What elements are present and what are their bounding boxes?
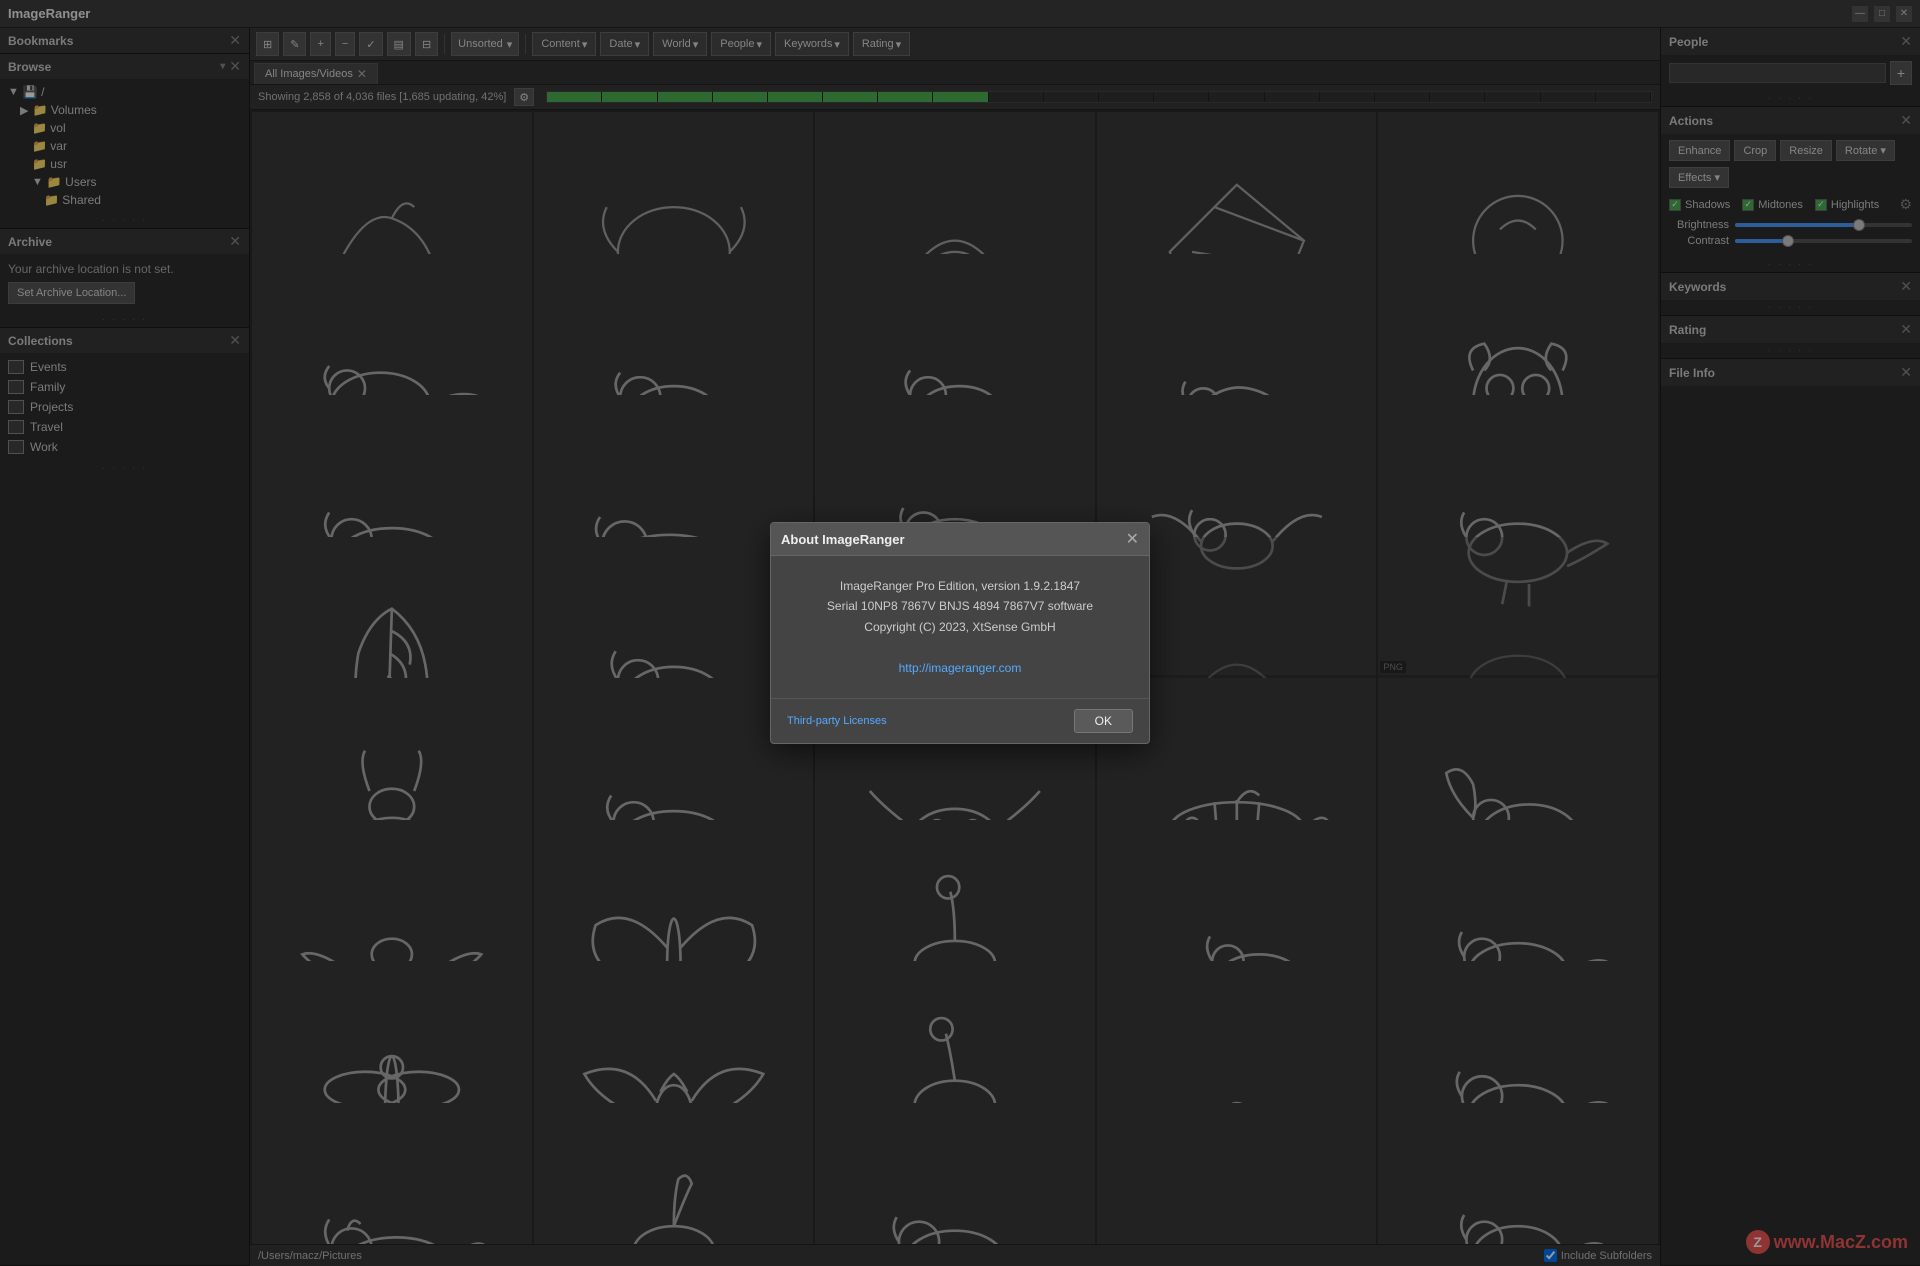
modal-ok-button[interactable]: OK [1074, 709, 1133, 733]
product-name: ImageRanger Pro Edition, version 1.9.2.1… [791, 576, 1129, 596]
copyright-info: Copyright (C) 2023, XtSense GmbH [791, 617, 1129, 637]
modal-title: About ImageRanger [781, 532, 905, 547]
about-modal: About ImageRanger ✕ ImageRanger Pro Edit… [770, 522, 1150, 744]
modal-titlebar: About ImageRanger ✕ [771, 523, 1149, 556]
modal-footer: Third-party Licenses OK [771, 698, 1149, 743]
modal-close-button[interactable]: ✕ [1126, 529, 1139, 549]
third-party-licenses-link[interactable]: Third-party Licenses [787, 715, 887, 727]
serial-info: Serial 10NP8 7867V BNJS 4894 7867V7 soft… [791, 596, 1129, 616]
modal-url-link[interactable]: http://imageranger.com [899, 661, 1022, 675]
modal-overlay[interactable]: About ImageRanger ✕ ImageRanger Pro Edit… [0, 0, 1920, 1266]
modal-body: ImageRanger Pro Edition, version 1.9.2.1… [771, 556, 1149, 698]
